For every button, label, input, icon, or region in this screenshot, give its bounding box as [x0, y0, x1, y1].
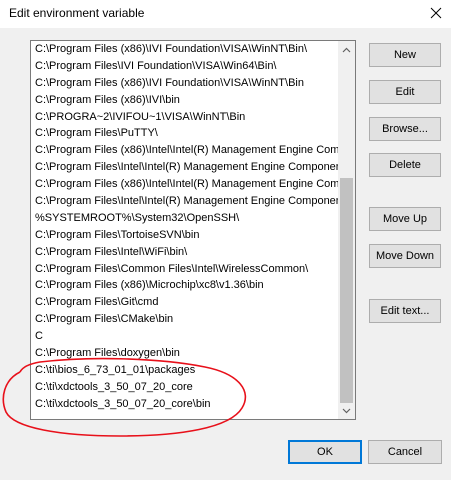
edit-button[interactable]: Edit	[369, 80, 441, 104]
scroll-thumb[interactable]	[340, 178, 353, 403]
path-list-item[interactable]: C:\Program Files (x86)\Microchip\xc8\v1.…	[31, 277, 339, 294]
path-list-item[interactable]: C:\Program Files (x86)\IVI Foundation\VI…	[31, 41, 339, 58]
path-list-item[interactable]: C:\Program Files (x86)\Intel\Intel(R) Ma…	[31, 176, 339, 193]
close-button[interactable]	[421, 0, 451, 26]
move-up-button[interactable]: Move Up	[369, 207, 441, 231]
title-bar: Edit environment variable	[0, 0, 451, 28]
path-list-item[interactable]: C:\ti\xdctools_3_50_07_20_core	[31, 379, 339, 396]
path-list-item[interactable]: C:\Program Files (x86)\IVI\bin	[31, 92, 339, 109]
close-icon	[430, 7, 442, 19]
path-list-item[interactable]: %SYSTEMROOT%\System32\OpenSSH\	[31, 210, 339, 227]
path-list-item[interactable]: C:\Program Files\IVI Foundation\VISA\Win…	[31, 58, 339, 75]
window-title: Edit environment variable	[9, 6, 145, 20]
chevron-down-icon	[342, 408, 351, 413]
cancel-button[interactable]: Cancel	[368, 440, 442, 464]
path-list-item[interactable]: C:\Program Files\Git\cmd	[31, 294, 339, 311]
move-down-button[interactable]: Move Down	[369, 244, 441, 268]
vertical-scrollbar[interactable]	[338, 41, 355, 419]
scroll-down-button[interactable]	[338, 402, 355, 419]
path-list-item[interactable]: C:\Program Files\PuTTY\	[31, 125, 339, 142]
path-list-item[interactable]: C:\Program Files\CMake\bin	[31, 311, 339, 328]
path-list-item[interactable]: C:\Program Files\Intel\WiFi\bin\	[31, 244, 339, 261]
path-list-item[interactable]: C:\PROGRA~2\IVIFOU~1\VISA\WinNT\Bin	[31, 109, 339, 126]
path-list-item[interactable]: C:\Program Files (x86)\IVI Foundation\VI…	[31, 75, 339, 92]
path-list-item[interactable]: C:\Program Files\Common Files\Intel\Wire…	[31, 261, 339, 278]
path-list-item[interactable]: C:\Program Files\Intel\Intel(R) Manageme…	[31, 193, 339, 210]
path-list-item[interactable]: C:\Program Files\Intel\Intel(R) Manageme…	[31, 159, 339, 176]
path-list-item[interactable]: C:\Program Files\doxygen\bin	[31, 345, 339, 362]
dialog-content: C:\Program Files (x86)\IVI Foundation\VI…	[0, 28, 451, 480]
path-list: C:\Program Files (x86)\IVI Foundation\VI…	[31, 41, 339, 413]
path-listbox[interactable]: C:\Program Files (x86)\IVI Foundation\VI…	[30, 40, 356, 420]
chevron-up-icon	[342, 47, 351, 52]
browse-button[interactable]: Browse...	[369, 117, 441, 141]
path-list-item[interactable]: C:\Program Files\TortoiseSVN\bin	[31, 227, 339, 244]
delete-button[interactable]: Delete	[369, 153, 441, 177]
new-button[interactable]: New	[369, 43, 441, 67]
scroll-up-button[interactable]	[338, 41, 355, 58]
path-list-item[interactable]: C	[31, 328, 339, 345]
path-list-item[interactable]: C:\ti\xdctools_3_50_07_20_core\bin	[31, 396, 339, 413]
ok-button[interactable]: OK	[288, 440, 362, 464]
edit-text-button[interactable]: Edit text...	[369, 299, 441, 323]
path-list-item[interactable]: C:\Program Files (x86)\Intel\Intel(R) Ma…	[31, 142, 339, 159]
path-list-item[interactable]: C:\ti\bios_6_73_01_01\packages	[31, 362, 339, 379]
